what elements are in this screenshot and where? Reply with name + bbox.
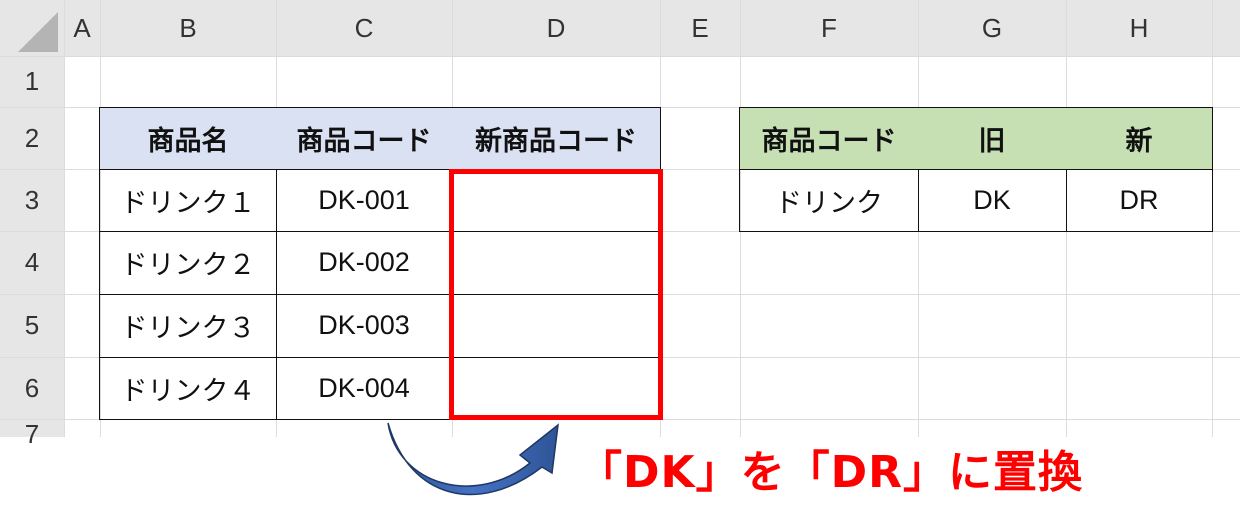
- header-product-name[interactable]: 商品名: [99, 107, 277, 170]
- cell-name-3[interactable]: ドリンク３: [99, 294, 277, 358]
- cell-code-3[interactable]: DK-003: [276, 294, 453, 358]
- cell-name-4[interactable]: ドリンク４: [99, 357, 277, 420]
- cell-code-2[interactable]: DK-002: [276, 231, 453, 295]
- header-new[interactable]: 新: [1066, 107, 1213, 170]
- header-new-product-code[interactable]: 新商品コード: [452, 107, 661, 170]
- column-header-g[interactable]: G: [918, 0, 1066, 56]
- row-header-5[interactable]: 5: [0, 294, 64, 357]
- cell-name-2[interactable]: ドリンク２: [99, 231, 277, 295]
- replace-caption: 「DK」を「DR」に置換: [578, 447, 1084, 498]
- header-product-code[interactable]: 商品コード: [276, 107, 453, 170]
- header-replace-code[interactable]: 商品コード: [739, 107, 919, 170]
- row-header-7[interactable]: 7: [0, 419, 64, 449]
- row-header-6[interactable]: 6: [0, 357, 64, 419]
- cell-replace-code[interactable]: ドリンク: [739, 169, 919, 232]
- cell-code-4[interactable]: DK-004: [276, 357, 453, 420]
- row-header-2[interactable]: 2: [0, 107, 64, 169]
- cell-old-value[interactable]: DK: [918, 169, 1067, 232]
- column-header-a[interactable]: A: [64, 0, 100, 56]
- column-header-e[interactable]: E: [660, 0, 740, 56]
- cell-code-1[interactable]: DK-001: [276, 169, 453, 232]
- column-header-c[interactable]: C: [276, 0, 452, 56]
- header-old[interactable]: 旧: [918, 107, 1067, 170]
- highlight-box: [449, 169, 663, 420]
- cell-name-1[interactable]: ドリンク１: [99, 169, 277, 232]
- column-header-h[interactable]: H: [1066, 0, 1212, 56]
- row-header-4[interactable]: 4: [0, 231, 64, 294]
- column-header-b[interactable]: B: [100, 0, 276, 56]
- curved-arrow-icon: [387, 422, 559, 496]
- spreadsheet-grid: A B C D E F G H 1 2 3 4 5 6 7 商品名 商品コード …: [0, 0, 1240, 449]
- select-all-corner[interactable]: [18, 12, 58, 52]
- row-header-3[interactable]: 3: [0, 169, 64, 231]
- cell-new-value[interactable]: DR: [1066, 169, 1213, 232]
- row-header-1[interactable]: 1: [0, 56, 64, 107]
- column-header-f[interactable]: F: [740, 0, 918, 56]
- column-header-d[interactable]: D: [452, 0, 660, 56]
